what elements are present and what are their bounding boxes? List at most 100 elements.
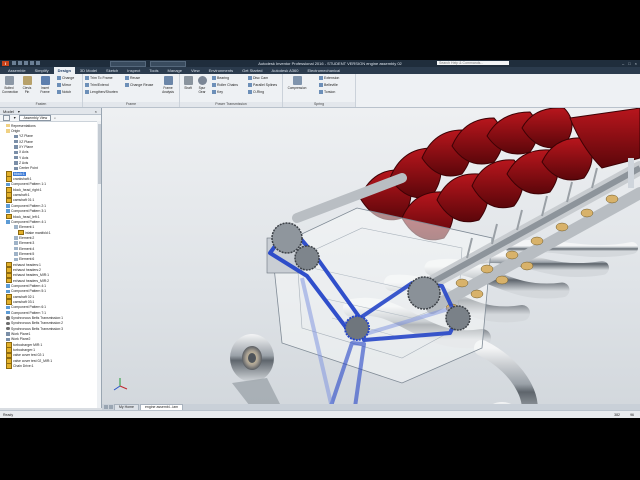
pattern-icon — [6, 204, 10, 208]
pattern-icon — [6, 284, 10, 288]
browser-node-label: valve cover test 02_MIR:1 — [13, 358, 53, 363]
spring-panel-label[interactable]: Spring — [283, 102, 355, 107]
pattern-icon — [6, 289, 10, 294]
view-icon — [14, 236, 18, 240]
tab-inspect[interactable]: Inspect — [123, 67, 144, 74]
tab-simplify[interactable]: Simplify — [31, 67, 53, 74]
part-icon — [6, 213, 12, 220]
roller-chains-button[interactable]: Roller Chains — [212, 83, 238, 87]
browser-title[interactable]: Model — [3, 109, 14, 114]
bearing-button[interactable]: Bearing — [212, 76, 229, 80]
undo-icon[interactable] — [30, 61, 34, 65]
save-icon[interactable] — [24, 61, 28, 65]
tab-view[interactable]: View — [187, 67, 204, 74]
inventor-logo-icon[interactable]: I — [2, 61, 9, 66]
open-icon[interactable] — [18, 61, 22, 65]
assembly-view-dropdown[interactable]: Assembly View — [19, 115, 52, 121]
frame-analysis-button[interactable]: Frame Analysis — [161, 76, 175, 94]
clevis-pin-button[interactable]: Clevis Pin — [20, 76, 34, 94]
scrollbar-thumb[interactable] — [97, 124, 101, 184]
title-bar: I Autodesk Inventor Professional 2016 - … — [0, 60, 640, 67]
navigation-bar[interactable] — [628, 158, 634, 188]
browser-node-label: block_head_left:1 — [13, 214, 40, 219]
tab-3d-model[interactable]: 3D Model — [76, 67, 101, 74]
tab-design[interactable]: Design — [53, 67, 75, 74]
occurrence-count: 382 — [614, 413, 620, 417]
pin-icon — [22, 76, 32, 85]
tab-tools[interactable]: Tools — [145, 67, 162, 74]
minimize-icon[interactable]: – — [622, 61, 624, 66]
window-title: Autodesk Inventor Professional 2016 - ST… — [258, 61, 402, 66]
browser-node-label: Element:1 — [19, 225, 35, 230]
tab-nav-right-icon[interactable] — [109, 405, 113, 409]
trim-to-frame-button[interactable]: Trim To Frame — [85, 76, 113, 80]
browser-toolbar: ▼ Assembly View ⌕ — [0, 115, 101, 122]
browser-node-label: Y Axis — [19, 155, 29, 160]
tab-nav-left-icon[interactable] — [104, 405, 108, 409]
browser-close-icon[interactable]: × — [95, 109, 97, 114]
fasten-panel: Bolted Connection Clevis Pin Insert Fram… — [0, 74, 83, 107]
tab-assemble[interactable]: Assemble — [4, 67, 30, 74]
change-reuse-button[interactable]: Change Reuse — [125, 83, 153, 87]
work-icon — [14, 166, 18, 171]
frame-analysis-icon — [163, 76, 173, 85]
browser-node-label: turbocharger:1 — [13, 348, 36, 353]
spur-gear-button[interactable]: Spur Gear — [195, 76, 209, 94]
trans-icon — [6, 326, 10, 331]
browser-menu-icon[interactable]: ▾ — [18, 109, 20, 114]
close-icon[interactable]: × — [635, 61, 637, 66]
browser-node-label: Component Pattern 3:1 — [11, 209, 47, 214]
insert-frame-button[interactable]: Insert Frame — [38, 76, 52, 94]
tab-manage[interactable]: Manage — [164, 67, 186, 74]
browser-node-label: exhaust headers:2 — [13, 267, 41, 272]
shaft-button[interactable]: Shaft — [181, 76, 195, 90]
browser-scrollbar[interactable] — [97, 121, 101, 408]
belleville-spring-button[interactable]: Belleville — [319, 83, 338, 87]
tab-autodesk-a360[interactable]: Autodesk A360 — [268, 67, 303, 74]
work-icon — [14, 155, 18, 160]
add-browser-icon[interactable] — [3, 115, 10, 121]
parallel-splines-button[interactable]: Parallel Splines — [248, 83, 277, 87]
browser-node-label: XY Plane — [19, 145, 34, 150]
tab-get-started[interactable]: Get Started — [238, 67, 266, 74]
graphics-window[interactable] — [102, 108, 640, 404]
spring-icon — [292, 76, 302, 85]
trim-extend-button[interactable]: Trim/Extend — [85, 83, 109, 87]
tab-environments[interactable]: Environments — [205, 67, 237, 74]
o-ring-icon — [248, 90, 252, 94]
browser-node[interactable]: Chain Drive:1 — [0, 363, 101, 369]
disc-cam-button[interactable]: Disc Cam — [248, 76, 268, 80]
o-ring-button[interactable]: O-Ring — [248, 90, 264, 94]
view-icon — [14, 225, 18, 229]
browser-node-label: turbocharger MIR:1 — [13, 342, 43, 347]
tab-electromechanical[interactable]: Electromechanical — [303, 67, 344, 74]
extension-spring-button[interactable]: Extension — [319, 76, 339, 80]
tab-sketch[interactable]: Sketch — [102, 67, 122, 74]
bolted-connection-button[interactable]: Bolted Connection — [2, 76, 18, 94]
document-count: 96 — [630, 413, 634, 417]
new-icon[interactable] — [12, 61, 16, 65]
help-search-input[interactable]: Search Help & Commands... — [437, 61, 509, 65]
frame-icon — [40, 76, 50, 85]
search-icon[interactable]: ⌕ — [54, 116, 56, 120]
reuse-button[interactable]: Reuse — [125, 76, 140, 80]
redo-icon[interactable] — [36, 61, 40, 65]
power-transmission-panel-label[interactable]: Power Transmission — [180, 102, 282, 107]
part-icon — [18, 229, 24, 236]
browser-node-label: Component Pattern 5:1 — [11, 289, 47, 294]
trans-icon — [6, 321, 10, 326]
lengthen-shorten-button[interactable]: Lengthen/Shorten — [85, 90, 118, 94]
notch-button[interactable]: Notch — [57, 90, 71, 94]
inventor-window: I Autodesk Inventor Professional 2016 - … — [0, 60, 640, 418]
torsion-spring-button[interactable]: Torsion — [319, 90, 335, 94]
filter-icon[interactable]: ▼ — [13, 116, 16, 120]
change-button[interactable]: Change — [57, 76, 74, 80]
mirror-button[interactable]: Mirror — [57, 83, 71, 87]
fasten-panel-label[interactable]: Fasten — [0, 102, 82, 107]
frame-panel-label[interactable]: Frame — [83, 102, 179, 107]
work-icon — [14, 134, 18, 139]
maximize-icon[interactable]: □ — [628, 61, 630, 66]
key-button[interactable]: Key — [212, 90, 223, 94]
compression-spring-button[interactable]: Compression — [286, 76, 308, 90]
pattern-icon — [6, 305, 10, 310]
